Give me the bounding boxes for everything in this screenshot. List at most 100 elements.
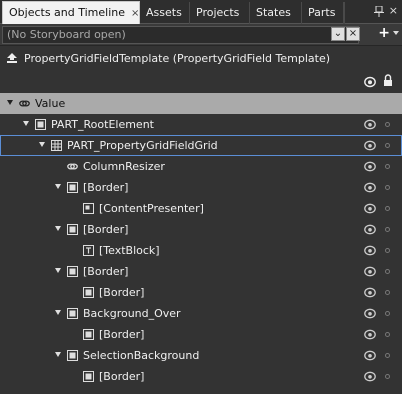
- border-icon: [83, 287, 94, 298]
- visibility-eye-icon[interactable]: [364, 182, 376, 193]
- lock-toggle[interactable]: [385, 227, 390, 232]
- content-presenter-icon: [83, 203, 94, 214]
- storyboard-close-button[interactable]: ×: [346, 27, 360, 41]
- border-icon: [83, 329, 94, 340]
- link-icon: [67, 163, 78, 170]
- expand-chevron-icon[interactable]: [7, 100, 13, 105]
- lock-toggle[interactable]: [385, 290, 390, 295]
- border-icon: [67, 266, 78, 277]
- tree-row-label: [Border]: [83, 265, 129, 278]
- grid-element-icon: [35, 119, 46, 130]
- tree-row-value[interactable]: Value: [0, 93, 402, 114]
- border-icon: [67, 224, 78, 235]
- expand-chevron-icon[interactable]: [39, 142, 45, 147]
- tree-row-border[interactable]: [Border]: [0, 219, 402, 240]
- lock-toggle[interactable]: [385, 122, 390, 127]
- tree-row-label: [Border]: [99, 286, 145, 299]
- tree-row-columnresizer[interactable]: ColumnResizer: [0, 156, 402, 177]
- tree-row-label: [TextBlock]: [99, 244, 160, 257]
- tree-row-label: PART_RootElement: [51, 118, 154, 131]
- tree-row-label: [Border]: [99, 328, 145, 341]
- column-header: [0, 72, 402, 92]
- tree-row-border[interactable]: [Border]: [0, 261, 402, 282]
- tree-row-part-propertygridfieldgrid[interactable]: PART_PropertyGridFieldGrid: [0, 135, 402, 156]
- tree-row-label: [Border]: [99, 370, 145, 383]
- link-icon: [19, 100, 30, 107]
- lock-toggle[interactable]: [385, 185, 390, 190]
- lock-toggle[interactable]: [385, 332, 390, 337]
- visibility-eye-icon[interactable]: [364, 161, 376, 172]
- visibility-eye-icon[interactable]: [364, 245, 376, 256]
- expand-chevron-icon[interactable]: [55, 184, 61, 189]
- template-scope-header[interactable]: PropertyGridFieldTemplate (PropertyGridF…: [0, 50, 402, 70]
- tab-assets[interactable]: Assets: [140, 2, 190, 24]
- border-icon: [67, 350, 78, 361]
- visibility-eye-icon[interactable]: [364, 287, 376, 298]
- tab-label: Projects: [196, 6, 240, 19]
- tab-label: Parts: [308, 6, 336, 19]
- visibility-eye-icon[interactable]: [364, 266, 376, 277]
- template-scope-title: PropertyGridFieldTemplate (PropertyGridF…: [24, 52, 331, 65]
- tree-row-label: [Border]: [83, 223, 129, 236]
- lock-all-icon[interactable]: [383, 74, 393, 87]
- panel-tab-strip: Objects and Timeline × Assets Projects St…: [0, 0, 402, 24]
- tree-row-selectionbackground[interactable]: SelectionBackground: [0, 345, 402, 366]
- pin-icon[interactable]: [374, 6, 384, 17]
- tab-projects[interactable]: Projects: [190, 2, 250, 24]
- panel-close-icon[interactable]: ×: [389, 4, 398, 17]
- expand-chevron-icon[interactable]: [55, 268, 61, 273]
- lock-toggle[interactable]: [385, 143, 390, 148]
- tree-row-border[interactable]: [Border]: [0, 282, 402, 303]
- add-storyboard-icon[interactable]: +: [378, 25, 390, 41]
- show-all-eye-icon[interactable]: [364, 76, 376, 88]
- tree-row-contentpresenter[interactable]: [ContentPresenter]: [0, 198, 402, 219]
- grid-layout-icon: [51, 140, 62, 151]
- visibility-eye-icon[interactable]: [364, 224, 376, 235]
- visibility-eye-icon[interactable]: [364, 203, 376, 214]
- tab-parts[interactable]: Parts: [302, 2, 344, 24]
- tree-row-border[interactable]: [Border]: [0, 324, 402, 345]
- border-icon: [67, 308, 78, 319]
- template-scope-up-icon[interactable]: [6, 52, 18, 64]
- lock-toggle[interactable]: [385, 206, 390, 211]
- storyboard-bar: (No Storyboard open) ⌄ × +: [0, 24, 402, 46]
- tree-row-label: Value: [35, 97, 66, 110]
- tab-objects-and-timeline[interactable]: Objects and Timeline ×: [2, 1, 140, 24]
- lock-toggle[interactable]: [385, 311, 390, 316]
- tree-row-label: [Border]: [83, 181, 129, 194]
- tree-row-part-rootelement[interactable]: PART_RootElement: [0, 114, 402, 135]
- border-icon: [83, 371, 94, 382]
- tree-row-label: SelectionBackground: [83, 349, 200, 362]
- add-storyboard-chevron-icon[interactable]: [393, 31, 399, 35]
- expand-chevron-icon[interactable]: [55, 310, 61, 315]
- visibility-eye-icon[interactable]: [364, 371, 376, 382]
- tree-row-label: ColumnResizer: [83, 160, 165, 173]
- lock-toggle[interactable]: [385, 164, 390, 169]
- textblock-icon: [83, 245, 94, 256]
- lock-toggle[interactable]: [385, 353, 390, 358]
- expand-chevron-icon[interactable]: [55, 226, 61, 231]
- tree-row-textblock[interactable]: [TextBlock]: [0, 240, 402, 261]
- lock-toggle[interactable]: [385, 374, 390, 379]
- tab-overflow[interactable]: [344, 2, 358, 24]
- tree-row-background-over[interactable]: Background_Over: [0, 303, 402, 324]
- visibility-eye-icon[interactable]: [364, 308, 376, 319]
- expand-chevron-icon[interactable]: [55, 352, 61, 357]
- tab-label: Assets: [146, 6, 182, 19]
- visibility-eye-icon[interactable]: [364, 119, 376, 130]
- visibility-eye-icon[interactable]: [364, 140, 376, 151]
- tree-row-border[interactable]: [Border]: [0, 366, 402, 387]
- tree-row-border[interactable]: [Border]: [0, 177, 402, 198]
- lock-toggle[interactable]: [385, 248, 390, 253]
- storyboard-dropdown-button[interactable]: ⌄: [331, 27, 345, 41]
- visibility-eye-icon[interactable]: [364, 329, 376, 340]
- tab-label: Objects and Timeline: [9, 6, 126, 19]
- tab-states[interactable]: States: [250, 2, 302, 24]
- storyboard-picker[interactable]: (No Storyboard open): [2, 26, 359, 44]
- lock-toggle[interactable]: [385, 269, 390, 274]
- expand-chevron-icon[interactable]: [23, 121, 29, 126]
- tab-close-icon[interactable]: ×: [131, 3, 139, 25]
- tree-row-label: Background_Over: [83, 307, 181, 320]
- visibility-eye-icon[interactable]: [364, 350, 376, 361]
- tree-row-label: [ContentPresenter]: [99, 202, 204, 215]
